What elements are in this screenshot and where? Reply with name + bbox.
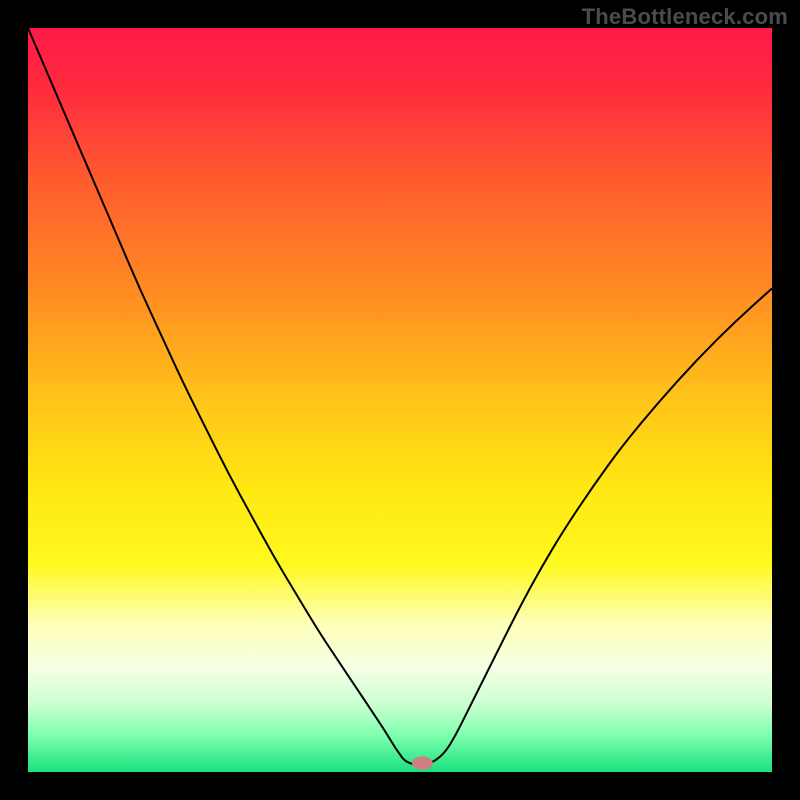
watermark-text: TheBottleneck.com (582, 4, 788, 30)
plot-area (28, 28, 772, 772)
chart-svg (28, 28, 772, 772)
chart-frame: TheBottleneck.com (0, 0, 800, 800)
optimum-marker (412, 756, 433, 769)
